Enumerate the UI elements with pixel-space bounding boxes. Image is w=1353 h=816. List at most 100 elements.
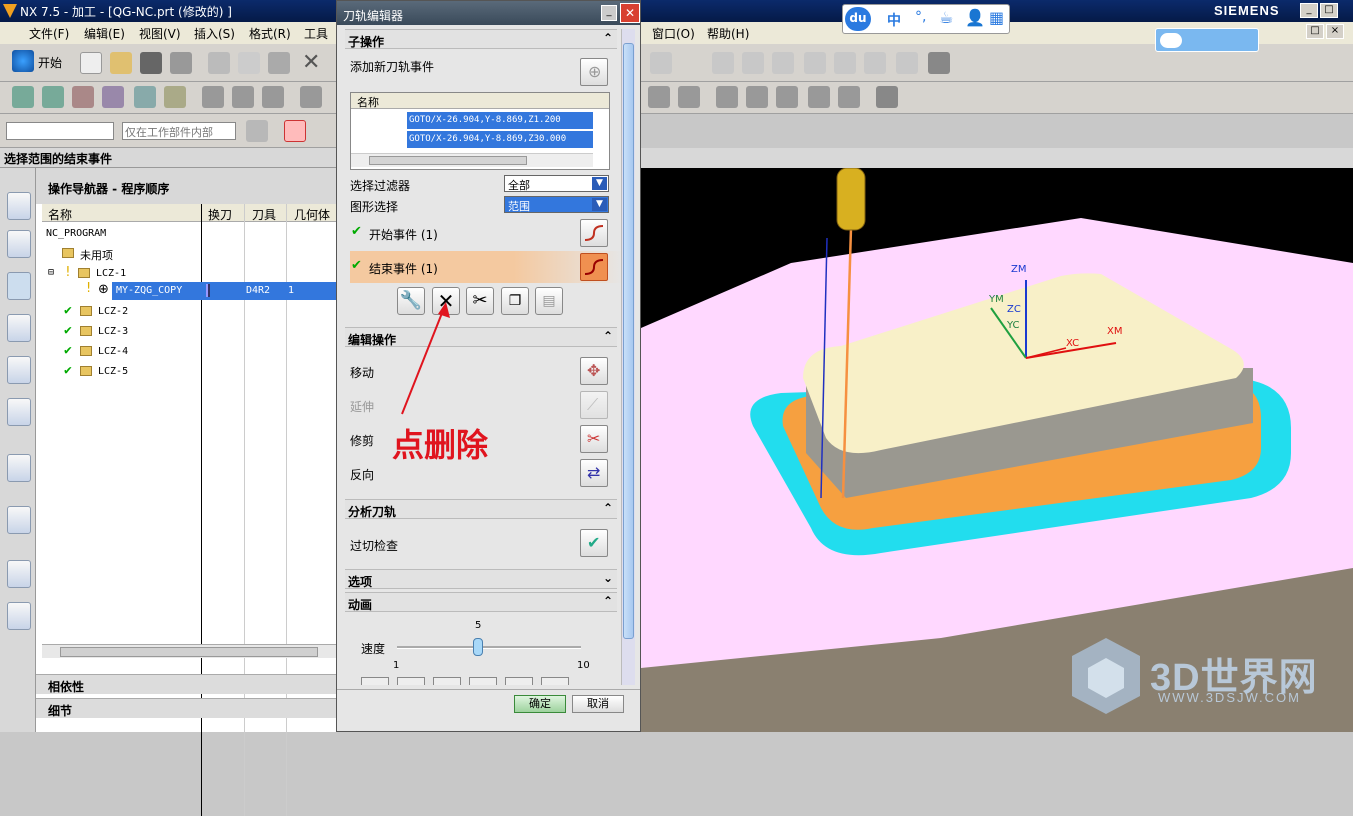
move-button[interactable]: ✥ xyxy=(580,357,608,385)
start-event-button[interactable] xyxy=(580,219,608,247)
play-button[interactable] xyxy=(469,677,497,685)
object-icon[interactable] xyxy=(716,86,738,108)
table-row-selected[interactable]: MY-ZQG_COPY D4R2 1 xyxy=(112,282,336,300)
operation-navigator-icon[interactable] xyxy=(7,272,31,300)
horizontal-scrollbar[interactable] xyxy=(42,644,336,658)
extract-icon[interactable] xyxy=(896,52,918,74)
event-list[interactable]: 名称 GOTO/X-26.904,Y-8.869,Z1.200 GOTO/X-2… xyxy=(350,92,610,170)
open-icon[interactable] xyxy=(110,52,132,74)
user-icon[interactable]: 👤 xyxy=(965,8,985,27)
speed-slider[interactable] xyxy=(397,638,581,656)
machine-tool-navigator-icon[interactable] xyxy=(7,356,31,384)
event-row[interactable]: GOTO/X-26.904,Y-8.869,Z1.200 xyxy=(407,112,593,129)
play-back-button[interactable] xyxy=(433,677,461,685)
speed-slider-thumb[interactable] xyxy=(473,638,483,656)
start-icon[interactable] xyxy=(12,50,34,72)
settings-gear-icon[interactable] xyxy=(876,86,898,108)
save-icon[interactable] xyxy=(140,52,162,74)
table-row[interactable]: ✔ LCZ-5 xyxy=(42,362,336,382)
ime-toolbar[interactable]: du 中 °, ☕ 👤 ▦ xyxy=(842,4,1010,34)
assembly-navigator-icon[interactable] xyxy=(7,192,31,220)
create-method-icon[interactable] xyxy=(102,86,124,108)
rewind-button[interactable] xyxy=(361,677,389,685)
doc-close-button[interactable]: × xyxy=(1326,24,1344,39)
table-row[interactable]: ✔ LCZ-3 xyxy=(42,322,336,342)
cancel-button[interactable]: 取消 xyxy=(572,695,624,713)
section-animation[interactable]: 动画 ⌃ xyxy=(345,592,617,612)
event-list-scrollbar[interactable] xyxy=(351,153,593,167)
edit-object-icon[interactable] xyxy=(776,86,798,108)
menu-format[interactable]: 格式(R) xyxy=(249,25,291,42)
menu-view[interactable]: 视图(V) xyxy=(139,25,181,42)
table-row[interactable]: ✔ LCZ-2 xyxy=(42,302,336,322)
menu-tools[interactable]: 工具 xyxy=(304,25,328,42)
menu-edit[interactable]: 编辑(E) xyxy=(84,25,125,42)
restore-button[interactable]: □ xyxy=(1320,3,1338,18)
menu-help[interactable]: 帮助(H) xyxy=(707,25,749,42)
ime-mode[interactable]: 中 xyxy=(887,10,901,30)
postprocess-icon[interactable] xyxy=(300,86,322,108)
arc-icon[interactable] xyxy=(742,52,764,74)
create-operation-icon[interactable] xyxy=(134,86,156,108)
snap-icon[interactable] xyxy=(246,120,268,142)
cloud-widget[interactable] xyxy=(1155,28,1259,52)
print-icon[interactable] xyxy=(170,52,192,74)
transform-icon[interactable] xyxy=(808,86,830,108)
column-geometry[interactable]: 几何体 xyxy=(294,206,330,223)
replay-icon[interactable] xyxy=(202,86,224,108)
ok-button[interactable]: 确定 xyxy=(514,695,566,713)
section-sub-operations[interactable]: 子操作 ⌃ xyxy=(345,29,617,49)
filter-select[interactable]: 全部 ▼ xyxy=(504,175,609,192)
step-forward-button[interactable] xyxy=(505,677,533,685)
menu-file[interactable]: 文件(F) xyxy=(29,25,69,42)
punct-icon[interactable]: °, xyxy=(915,9,926,25)
system-materials-icon[interactable] xyxy=(7,602,31,630)
grid-icon[interactable]: ▦ xyxy=(989,8,1004,27)
create-program-icon[interactable] xyxy=(12,86,34,108)
generate-icon[interactable] xyxy=(164,86,186,108)
gouge-check-button[interactable]: ✔ xyxy=(580,529,608,557)
start-label[interactable]: 开始 xyxy=(38,54,62,71)
reuse-library-icon[interactable] xyxy=(7,314,31,342)
create-geometry-icon[interactable] xyxy=(72,86,94,108)
feed-icon[interactable] xyxy=(746,86,768,108)
add-event-button[interactable]: ⊕ xyxy=(580,58,608,86)
event-row[interactable]: GOTO/X-26.904,Y-8.869,Z30.000 xyxy=(407,131,593,148)
dependencies-panel[interactable]: 相依性 xyxy=(36,674,336,694)
dialog-close-button[interactable]: ✕ xyxy=(620,3,640,23)
doc-restore-button[interactable]: □ xyxy=(1306,24,1324,39)
minimize-button[interactable]: _ xyxy=(1300,3,1318,18)
dialog-scrollbar[interactable] xyxy=(621,29,635,685)
section-options[interactable]: 选项 ⌄ xyxy=(345,569,617,589)
line-icon[interactable] xyxy=(712,52,734,74)
paste-button[interactable]: ▤ xyxy=(535,287,563,315)
step-back-button[interactable] xyxy=(397,677,425,685)
menu-insert[interactable]: 插入(S) xyxy=(194,25,235,42)
history-icon[interactable] xyxy=(7,560,31,588)
scroll-thumb[interactable] xyxy=(369,156,527,165)
dialog-minimize-button[interactable]: _ xyxy=(601,5,617,21)
delete-icon[interactable]: ✕ xyxy=(302,50,320,75)
reverse-button[interactable]: ⇄ xyxy=(580,459,608,487)
table-row[interactable]: 未用项 xyxy=(42,244,336,264)
scope-filter-select[interactable]: 仅在工作部件内部 xyxy=(122,122,236,140)
extend-button[interactable]: ⟋ xyxy=(580,391,608,419)
paste-icon[interactable] xyxy=(268,52,290,74)
type-filter-select[interactable] xyxy=(6,122,114,140)
surface-icon[interactable] xyxy=(928,52,950,74)
scroll-thumb[interactable] xyxy=(60,647,318,657)
scroll-thumb[interactable] xyxy=(623,43,634,639)
trim-button[interactable]: ✂ xyxy=(580,425,608,453)
copy-icon[interactable] xyxy=(238,52,260,74)
constraint-navigator-icon[interactable] xyxy=(7,230,31,258)
bridge-curve-icon[interactable] xyxy=(864,52,886,74)
details-panel[interactable]: 细节 xyxy=(36,698,336,718)
menu-window[interactable]: 窗口(O) xyxy=(652,25,695,42)
point-snap-icon[interactable] xyxy=(284,120,306,142)
cut-icon[interactable] xyxy=(208,52,230,74)
cut-button[interactable]: ✂ xyxy=(466,287,494,315)
create-tool-icon[interactable] xyxy=(42,86,64,108)
new-file-icon[interactable] xyxy=(80,52,102,74)
table-row[interactable]: ✔ LCZ-4 xyxy=(42,342,336,362)
cup-icon[interactable]: ☕ xyxy=(939,8,953,27)
